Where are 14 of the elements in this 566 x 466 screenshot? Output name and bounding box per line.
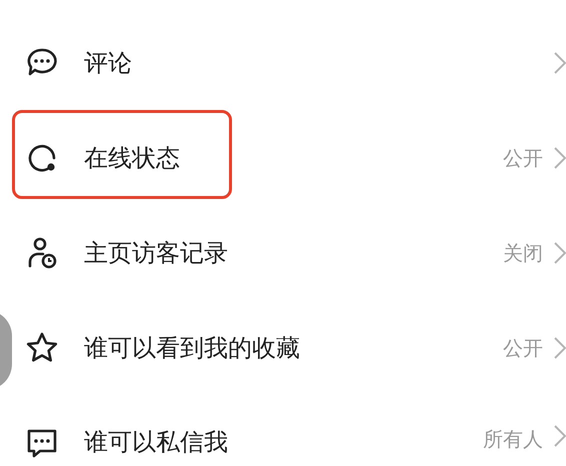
chevron-icon[interactable] xyxy=(553,146,566,170)
setting-value: 公开 xyxy=(503,144,543,172)
chevron-icon[interactable] xyxy=(553,336,566,360)
setting-label: 谁可以看到我的收藏 xyxy=(84,332,301,364)
setting-label: 主页访客记录 xyxy=(84,238,229,268)
setting-value: 关闭 xyxy=(503,240,543,266)
chevron-icon[interactable] xyxy=(553,50,566,74)
setting-label: 谁可以私信我 xyxy=(84,427,229,458)
setting-label: 在线状态 xyxy=(84,142,181,174)
chevron-icon[interactable] xyxy=(553,424,566,448)
setting-value: 公开 xyxy=(503,334,543,362)
chevron-icon[interactable] xyxy=(553,240,566,264)
setting-value: 所有人 xyxy=(483,426,543,453)
setting-label: 评论 xyxy=(84,48,133,78)
